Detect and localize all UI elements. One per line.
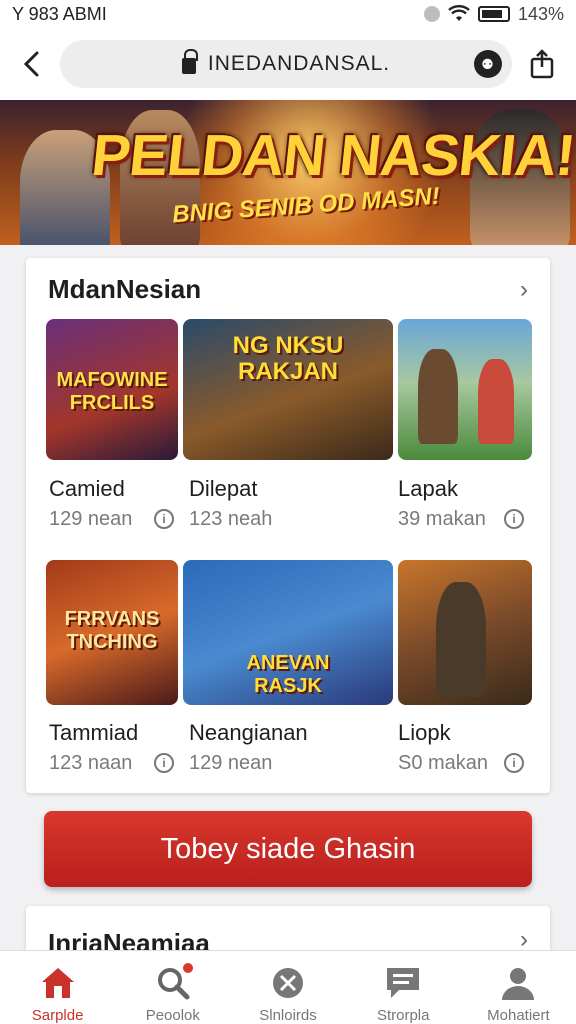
info-icon[interactable]: i: [154, 753, 174, 773]
info-icon[interactable]: i: [154, 509, 174, 529]
notification-dot-icon: [423, 6, 440, 22]
profile-icon: [499, 965, 537, 1001]
nav-item-games[interactable]: Slnloirds: [230, 951, 345, 1024]
game-character: [436, 582, 486, 697]
game-thumbnail[interactable]: ANEVAN RASJK: [183, 560, 393, 705]
game-meta: 39 makan: [398, 508, 486, 530]
games-section-card: MdanNesian › MAFOWINE FRCLILS NG NKSU RA…: [26, 258, 550, 793]
game-character: [478, 359, 514, 444]
nav-item-home[interactable]: Sarplde: [0, 951, 115, 1024]
address-bar[interactable]: INEDANDANSAL. ⚉: [60, 40, 512, 88]
nav-label: Mohatiert: [487, 1007, 550, 1024]
game-meta: 129 nean: [49, 508, 133, 530]
games-icon: [269, 965, 307, 1001]
nav-label: Strorpla: [376, 1007, 430, 1024]
game-character: [418, 349, 458, 444]
game-thumbnail[interactable]: [398, 319, 532, 460]
share-button[interactable]: [522, 44, 562, 84]
battery-percent: 143%: [517, 3, 564, 24]
account-icon[interactable]: ⚉: [474, 50, 502, 78]
game-thumbnail[interactable]: FRRVANS TNCHING: [46, 560, 178, 705]
game-name[interactable]: Dilepat: [189, 476, 257, 502]
game-name[interactable]: Tammiad: [49, 720, 138, 746]
nav-label: Peoolok: [145, 1007, 200, 1024]
promo-banner[interactable]: PELDAN NASKIA! BNIG SENIB OD MASN!: [0, 100, 576, 245]
nav-label: Slnloirds: [259, 1007, 317, 1024]
game-thumbnail[interactable]: MAFOWINE FRCLILS: [46, 319, 178, 460]
nav-item-profile[interactable]: Mohatiert: [461, 951, 576, 1024]
game-art-text: ANEVAN RASJK: [246, 652, 330, 697]
browser-toolbar: INEDANDANSAL. ⚉: [0, 28, 576, 100]
wifi-icon: [448, 5, 470, 21]
game-name[interactable]: Lapak: [398, 476, 458, 502]
game-meta: 129 nean: [189, 752, 273, 774]
game-art-text: MAFOWINE FRCLILS: [56, 369, 168, 414]
nav-item-search[interactable]: Peoolok: [115, 951, 230, 1024]
info-icon[interactable]: i: [504, 753, 524, 773]
game-meta: S0 makan: [398, 752, 489, 774]
game-meta: 123 neah: [189, 508, 273, 530]
game-thumbnail[interactable]: NG NKSU RAKJAN: [183, 319, 393, 460]
game-art-text: FRRVANS TNCHING: [64, 608, 160, 653]
status-time: Y 983 ABMI: [12, 3, 107, 24]
game-thumbnail[interactable]: [398, 560, 532, 705]
banner-title: PELDAN NASKIA!: [88, 123, 576, 188]
section-title: MdanNesian: [48, 274, 202, 304]
game-name[interactable]: Neangianan: [189, 720, 308, 746]
status-bar: Y 983 ABMI 143%: [0, 0, 576, 28]
home-icon: [39, 965, 77, 1001]
game-art-text: NG NKSU RAKJAN: [232, 332, 344, 385]
game-meta: 123 naan: [49, 752, 133, 774]
lock-icon: [181, 49, 198, 74]
notification-badge: [181, 961, 196, 975]
share-icon: [530, 49, 554, 79]
bottom-navigation: Sarplde Peoolok Slnloirds Strorpla Mohat…: [0, 950, 576, 1024]
nav-item-chat[interactable]: Strorpla: [346, 951, 461, 1024]
primary-action-button[interactable]: Tobey siade Ghasin: [44, 811, 532, 887]
nav-label: Sarplde: [31, 1007, 84, 1024]
url-text: INEDANDANSAL.: [207, 52, 391, 75]
info-icon[interactable]: i: [504, 509, 524, 529]
game-name[interactable]: Liopk: [398, 720, 451, 746]
chevron-left-icon: [23, 51, 39, 77]
chevron-right-icon[interactable]: ›: [520, 276, 528, 304]
status-indicators: 143%: [423, 3, 564, 25]
back-button[interactable]: [14, 46, 50, 82]
game-name[interactable]: Camied: [49, 476, 125, 502]
battery-icon: [477, 6, 510, 22]
chat-icon: [384, 965, 422, 1001]
